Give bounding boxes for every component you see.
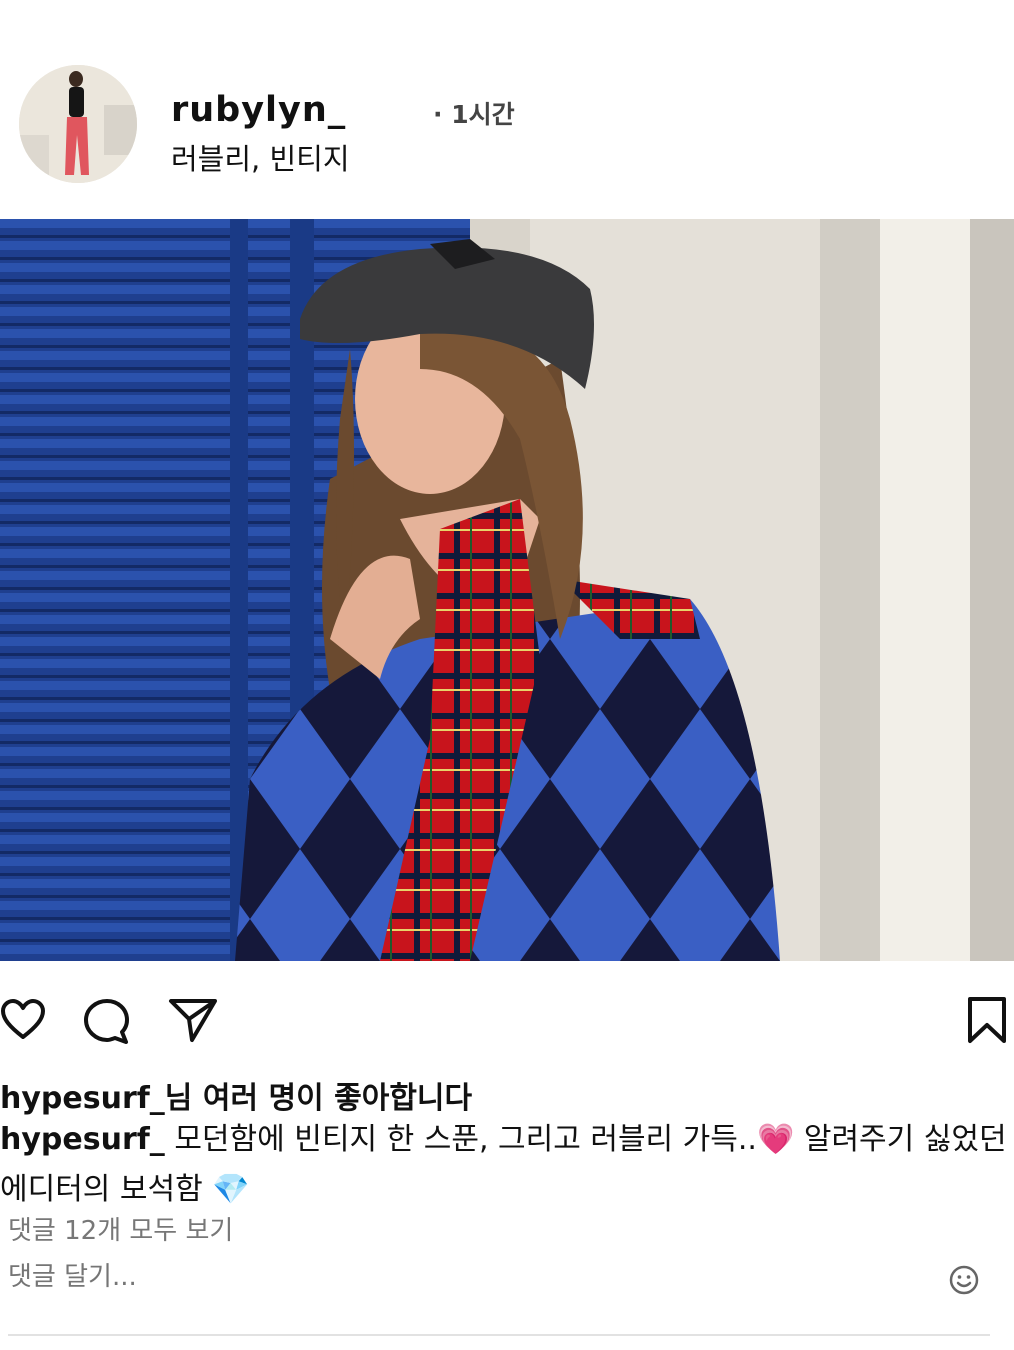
comment-input[interactable] [8, 1262, 908, 1292]
caption-user[interactable]: hypesurf_ [0, 1122, 165, 1157]
share-icon[interactable] [168, 997, 218, 1043]
emoji-icon[interactable] [948, 1264, 980, 1300]
likes-user[interactable]: hypesurf_ [0, 1081, 165, 1116]
avatar[interactable] [19, 65, 137, 183]
post-timestamp: · 1시간 [433, 100, 515, 129]
post-caption: hypesurf_ 모던함에 빈티지 한 스푼, 그리고 러블리 가득..💗 알… [0, 1115, 1014, 1215]
view-all-comments-link[interactable]: 댓글 12개 모두 보기 [8, 1210, 233, 1247]
heart-icon[interactable] [0, 997, 46, 1043]
post-photo[interactable] [0, 219, 1014, 961]
post-subtitle[interactable]: 러블리, 빈티지 [171, 136, 350, 178]
post-actions [0, 961, 1014, 1071]
divider [8, 1334, 990, 1336]
post-header: rubylyn_ 러블리, 빈티지 · 1시간 [0, 0, 1014, 219]
post-username[interactable]: rubylyn_ [171, 90, 346, 130]
likes-text: 님 여러 명이 좋아합니다 [164, 1081, 473, 1116]
likes-summary[interactable]: hypesurf_님 여러 명이 좋아합니다 [0, 1073, 472, 1117]
comment-icon[interactable] [82, 997, 132, 1047]
bookmark-icon[interactable] [966, 995, 1008, 1045]
